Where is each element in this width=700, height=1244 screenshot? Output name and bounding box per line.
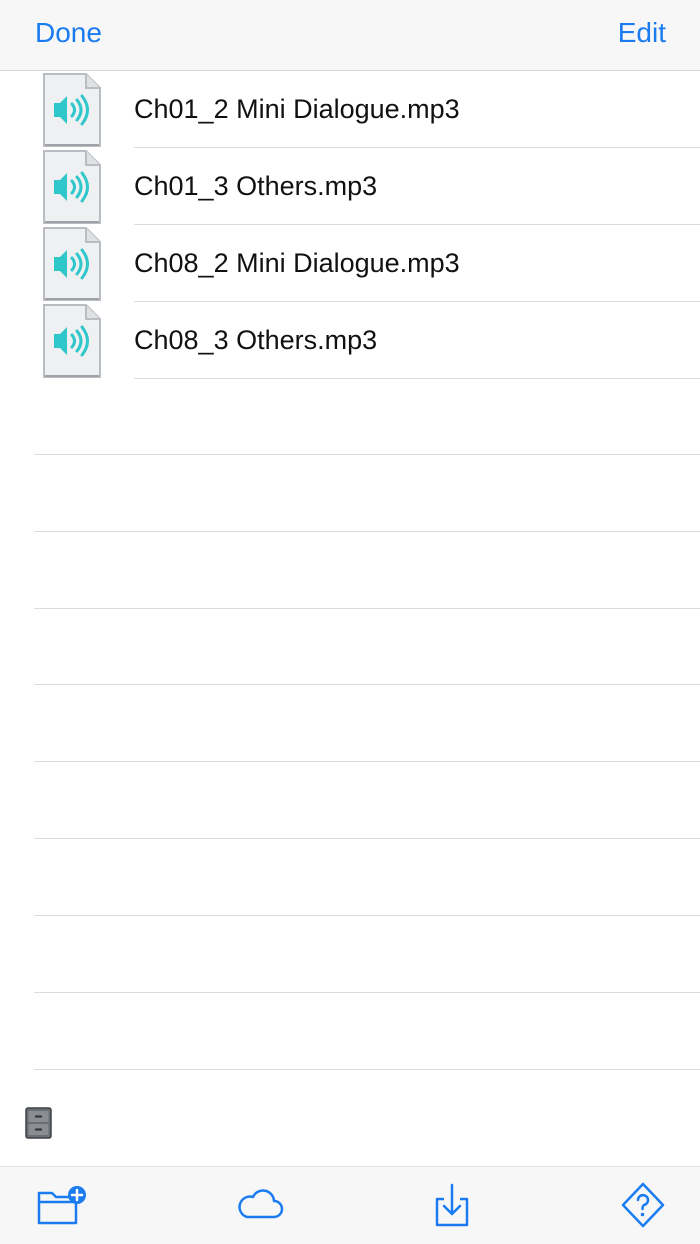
list-separator (34, 992, 700, 993)
file-browser-screen: Done Edit Ch01_2 Mini Dialogue.mp3 Ch01_… (0, 0, 700, 1244)
edit-button[interactable]: Edit (618, 15, 666, 51)
navigation-bar: Done Edit (0, 0, 700, 71)
file-name-label: Ch08_3 Others.mp3 (134, 325, 378, 355)
audio-file-icon (43, 150, 101, 224)
list-item[interactable]: Ch08_2 Mini Dialogue.mp3 (0, 225, 700, 302)
bottom-toolbar (0, 1166, 700, 1244)
file-cabinet-icon[interactable] (25, 1107, 52, 1139)
audio-file-icon (43, 227, 101, 301)
import-download-icon[interactable] (427, 1181, 479, 1229)
list-separator (34, 531, 700, 532)
list-separator (34, 761, 700, 762)
list-item[interactable]: Ch01_3 Others.mp3 (0, 148, 700, 225)
list-separator (34, 608, 700, 609)
file-name-label: Ch01_2 Mini Dialogue.mp3 (134, 94, 460, 124)
list-separator (34, 838, 700, 839)
list-separator (34, 915, 700, 916)
cloud-icon[interactable] (234, 1181, 286, 1229)
file-name-label: Ch08_2 Mini Dialogue.mp3 (134, 248, 460, 278)
list-separator (34, 1069, 700, 1070)
list-separator (34, 684, 700, 685)
list-separator (34, 454, 700, 455)
list-item[interactable]: Ch08_3 Others.mp3 (0, 302, 700, 379)
list-item[interactable]: Ch01_2 Mini Dialogue.mp3 (0, 71, 700, 148)
file-list: Ch01_2 Mini Dialogue.mp3 Ch01_3 Others.m… (0, 71, 700, 379)
audio-file-icon (43, 73, 101, 147)
audio-file-icon (43, 304, 101, 378)
help-question-icon[interactable] (617, 1181, 669, 1229)
new-folder-icon[interactable] (36, 1181, 88, 1229)
row-separator (134, 378, 700, 379)
done-button[interactable]: Done (35, 15, 102, 51)
file-name-label: Ch01_3 Others.mp3 (134, 171, 378, 201)
